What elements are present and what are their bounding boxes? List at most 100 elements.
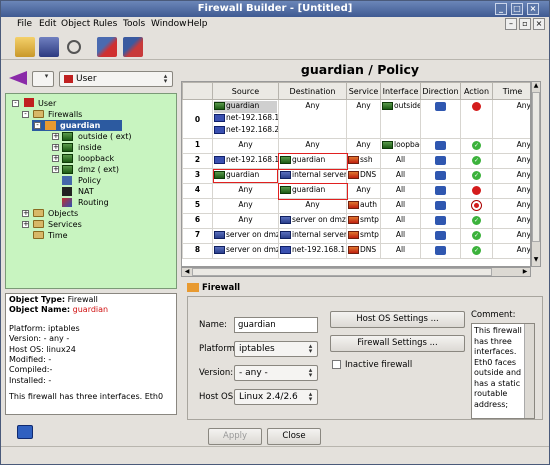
menu-object[interactable]: Object bbox=[61, 19, 90, 29]
object-cell[interactable]: loopback bbox=[380, 138, 421, 154]
source-cell[interactable]: guardian bbox=[212, 168, 279, 184]
action-cell[interactable]: ✓ bbox=[460, 228, 493, 244]
hscroll-thumb[interactable] bbox=[192, 268, 492, 276]
source-object[interactable]: guardian bbox=[213, 169, 278, 183]
name-field[interactable]: guardian bbox=[234, 317, 318, 333]
direction-cell[interactable] bbox=[420, 99, 461, 139]
action-cell[interactable]: ✓ bbox=[460, 138, 493, 154]
action-cell[interactable]: ✓ bbox=[460, 153, 493, 169]
rule-number[interactable]: 4 bbox=[182, 183, 213, 199]
source-cell[interactable]: server on dmz bbox=[212, 228, 279, 244]
scroll-down-icon[interactable]: ▼ bbox=[532, 256, 540, 266]
source-cell[interactable]: guardiannet-192.168.1.0net-192.168.2.0 bbox=[212, 99, 279, 139]
source-object[interactable]: guardian bbox=[214, 101, 277, 113]
any-cell[interactable]: Any bbox=[346, 99, 381, 139]
source-object[interactable]: Any bbox=[214, 215, 277, 227]
source-cell[interactable]: server on dmz bbox=[212, 243, 279, 259]
rule-row[interactable]: 1AnyAnyAnyloopback✓Any bbox=[182, 138, 530, 154]
any-cell[interactable]: Any bbox=[278, 198, 347, 214]
action-cell[interactable] bbox=[460, 198, 493, 214]
action-cell[interactable] bbox=[460, 99, 493, 139]
action-cell[interactable]: ✓ bbox=[460, 168, 493, 184]
object-cell[interactable]: DNS bbox=[346, 243, 381, 259]
rule-number[interactable]: 8 bbox=[182, 243, 213, 259]
tree-item-guardian[interactable]: - guardian bbox=[32, 120, 122, 131]
any-cell[interactable]: Any bbox=[492, 243, 530, 259]
source-object[interactable]: server on dmz bbox=[214, 245, 278, 257]
source-object[interactable]: net-192.168.2.0 bbox=[214, 125, 278, 137]
action-cell[interactable] bbox=[460, 183, 493, 199]
hostos-select[interactable]: Linux 2.4/2.6 ▴ ▾ bbox=[234, 389, 318, 405]
any-cell[interactable]: Any bbox=[346, 138, 381, 154]
rule-number[interactable]: 6 bbox=[182, 213, 213, 229]
rule-number[interactable]: 7 bbox=[182, 228, 213, 244]
new-object-dropdown[interactable]: ▾ bbox=[32, 71, 54, 87]
direction-cell[interactable] bbox=[420, 153, 461, 169]
back-icon[interactable] bbox=[9, 71, 27, 85]
col-header-service[interactable]: Service bbox=[346, 82, 381, 100]
object-cell[interactable]: auth bbox=[346, 198, 381, 214]
any-cell[interactable]: Any bbox=[346, 183, 381, 199]
close-window-button[interactable]: × bbox=[527, 3, 539, 15]
inactive-checkbox[interactable] bbox=[332, 360, 341, 369]
find-icon[interactable] bbox=[67, 40, 81, 54]
scroll-right-icon[interactable]: ▶ bbox=[520, 268, 530, 276]
menu-tools[interactable]: Tools bbox=[123, 19, 145, 29]
object-cell[interactable]: ssh bbox=[346, 153, 381, 169]
expand-icon[interactable]: + bbox=[52, 166, 59, 173]
any-cell[interactable]: Any bbox=[492, 99, 530, 139]
any-cell[interactable]: Any bbox=[492, 168, 530, 184]
object-cell[interactable]: DNS bbox=[346, 168, 381, 184]
host-os-settings-button[interactable]: Host OS Settings ... bbox=[330, 311, 465, 328]
mdi-restore-button[interactable]: ▫ bbox=[519, 18, 531, 30]
menu-window[interactable]: Window bbox=[151, 19, 187, 29]
mdi-close-button[interactable]: × bbox=[533, 18, 545, 30]
object-cell[interactable]: internal server bbox=[278, 228, 347, 244]
any-cell[interactable]: Any bbox=[492, 228, 530, 244]
scroll-thumb[interactable] bbox=[532, 92, 540, 242]
expand-icon[interactable]: + bbox=[52, 155, 59, 162]
policy-grid[interactable]: Source Destination Service Interface Dir… bbox=[181, 81, 531, 267]
source-cell[interactable]: Any bbox=[212, 138, 279, 154]
mdi-minimize-button[interactable]: – bbox=[505, 18, 517, 30]
comment-scrollbar[interactable] bbox=[524, 324, 534, 418]
menu-edit[interactable]: Edit bbox=[39, 19, 56, 29]
direction-cell[interactable] bbox=[420, 213, 461, 229]
object-cell[interactable]: guardian bbox=[277, 152, 348, 170]
scroll-left-icon[interactable]: ◀ bbox=[182, 268, 192, 276]
source-cell[interactable]: Any bbox=[212, 198, 279, 214]
rule-row[interactable]: 5 Any Any auth All Any bbox=[182, 198, 530, 214]
all-cell[interactable]: All bbox=[380, 198, 421, 214]
version-select[interactable]: - any - ▴ ▾ bbox=[234, 365, 318, 381]
rule-number[interactable]: 0 bbox=[182, 99, 213, 139]
menu-file[interactable]: File bbox=[17, 19, 32, 29]
rule-row[interactable]: 0guardiannet-192.168.1.0net-192.168.2.0 A… bbox=[182, 99, 530, 139]
any-cell[interactable]: Any bbox=[492, 183, 530, 199]
source-object[interactable]: Any bbox=[214, 200, 277, 212]
direction-cell[interactable] bbox=[420, 228, 461, 244]
close-button[interactable]: Close bbox=[267, 428, 321, 445]
show-info-icon[interactable] bbox=[17, 425, 33, 439]
all-cell[interactable]: All bbox=[380, 168, 421, 184]
any-cell[interactable]: Any bbox=[492, 198, 530, 214]
policy-vscrollbar[interactable]: ▲ ▼ bbox=[531, 81, 541, 267]
platform-select[interactable]: iptables ▴ ▾ bbox=[234, 341, 318, 357]
object-cell[interactable]: smtp bbox=[346, 228, 381, 244]
all-cell[interactable]: All bbox=[380, 153, 421, 169]
expand-icon[interactable]: + bbox=[22, 210, 29, 217]
col-header-source[interactable]: Source bbox=[212, 82, 279, 100]
col-header-time[interactable]: Time bbox=[492, 82, 530, 100]
source-object[interactable]: Any bbox=[214, 185, 277, 197]
expand-icon[interactable]: + bbox=[22, 221, 29, 228]
direction-cell[interactable] bbox=[420, 198, 461, 214]
expand-icon[interactable]: + bbox=[52, 144, 59, 151]
collapse-icon[interactable]: - bbox=[12, 100, 19, 107]
rule-row[interactable]: 4 Any guardian Any All Any bbox=[182, 182, 530, 200]
any-cell[interactable]: Any bbox=[492, 153, 530, 169]
all-cell[interactable]: All bbox=[380, 228, 421, 244]
direction-cell[interactable] bbox=[420, 168, 461, 184]
menu-rules[interactable]: Rules bbox=[93, 19, 117, 29]
library-dropdown[interactable]: User ▴ ▾ bbox=[59, 71, 173, 87]
source-cell[interactable]: net-192.168.1.0 bbox=[212, 153, 279, 169]
policy-hscrollbar[interactable]: ◀ ▶ bbox=[181, 267, 531, 277]
